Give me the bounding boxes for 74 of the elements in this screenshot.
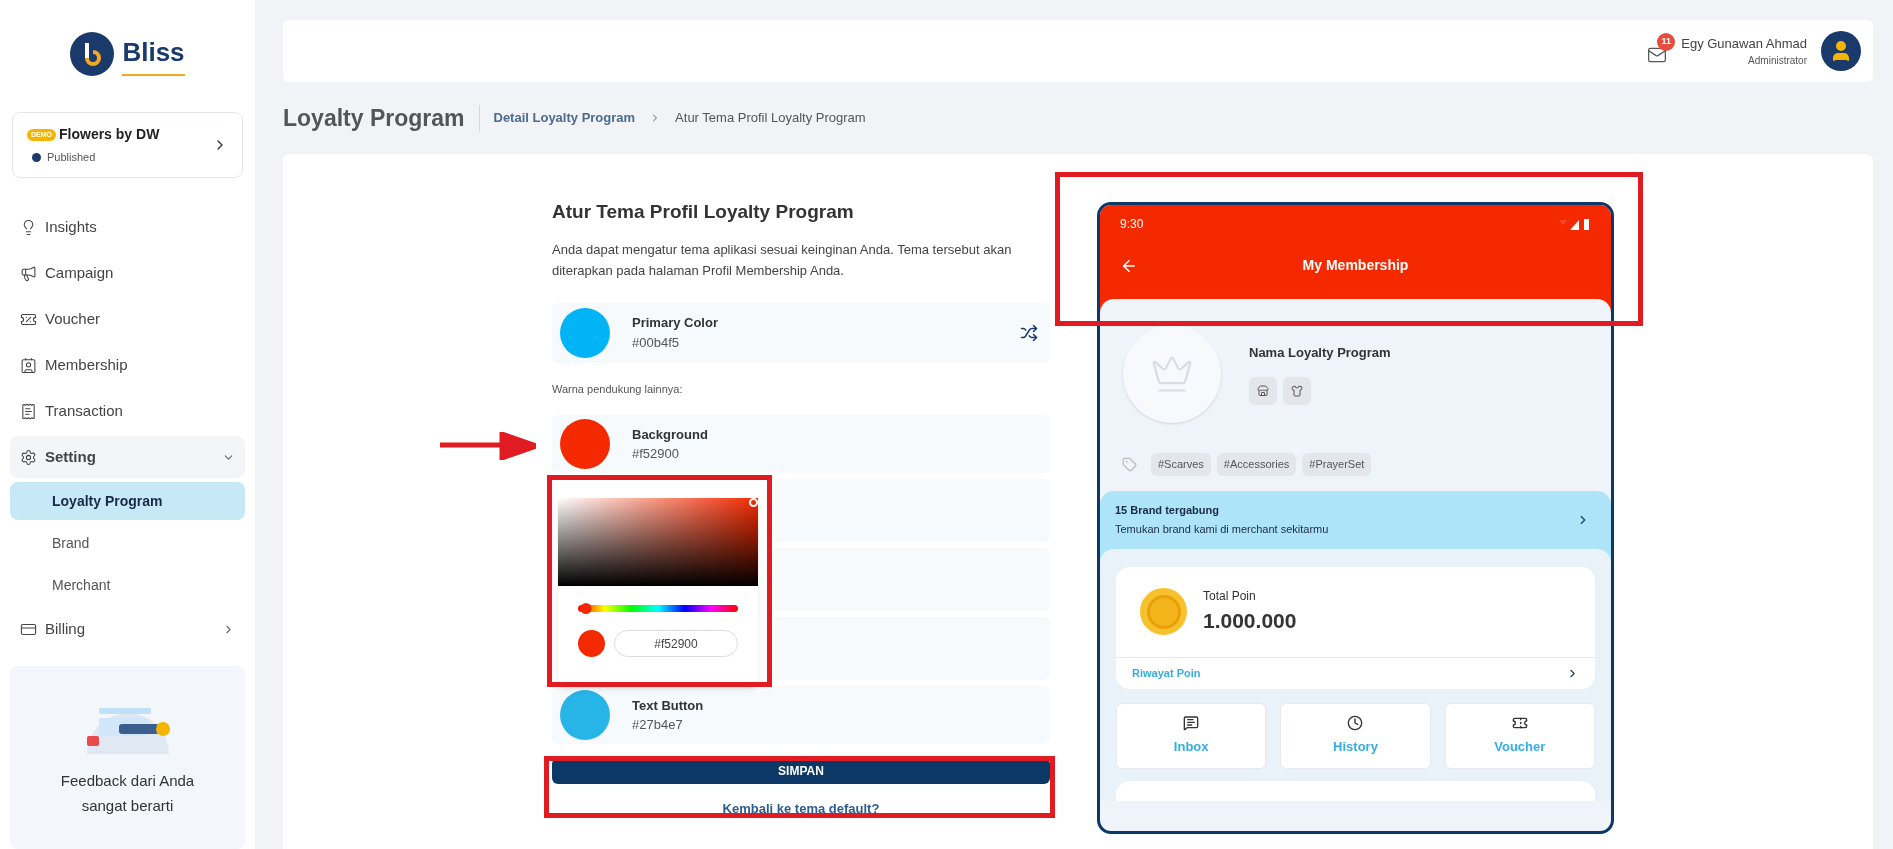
megaphone-icon [20,264,37,282]
nav-item[interactable]: Membership [10,344,245,386]
nav-label: Voucher [45,308,102,329]
color-label: Background [632,425,708,444]
nav-subitem[interactable]: Loyalty Program [10,482,245,520]
reset-link[interactable]: Kembali ke tema default? [552,799,1050,819]
brand-name: Bliss [122,32,185,76]
nav-item[interactable]: Billing [10,608,245,650]
brand-banner[interactable]: 15 Brand tergabung Temukan brand kami di merchant sekitarmu [1100,490,1611,549]
notification-badge: 11 [1657,33,1676,51]
chat-icon [1183,714,1200,731]
breadcrumb-current: Atur Tema Profil Loyalty Program [675,109,866,128]
form-description: Anda dapat mengatur tema aplikasi sesuai keinginan Anda. Tema tersebut akan diterapkan pada halaman Profil Membership Anda. [552,240,1013,280]
color-value: #f52900 [632,445,680,463]
points-value: 1.000.000 [1203,607,1297,634]
hue-slider[interactable] [578,603,738,614]
status-icons [1557,218,1591,230]
tag-chip: #PrayerSet [1302,453,1372,476]
shortcut-label: Voucher [1494,737,1546,756]
nav-item[interactable]: Setting [10,436,245,478]
nav-subitem[interactable]: Merchant [10,566,245,604]
store-status: Published [47,150,96,166]
program-name: Nama Loyalty Program [1249,344,1391,362]
shortcut-label: Inbox [1173,737,1209,756]
nav-item[interactable]: Transaction [10,390,245,432]
feedback-text: Feedback dari Anda sangat berarti [59,771,196,816]
color-value: #27b4e7 [632,716,684,734]
nav-label: Campaign [45,262,115,283]
form-title: Atur Tema Profil Loyalty Program [552,200,855,224]
nav-label: Billing [45,618,87,639]
user-avatar[interactable] [1821,31,1861,71]
coin-icon [1140,588,1187,635]
shop-icon [1257,384,1269,397]
color-value: #00b4f5 [632,333,680,352]
tag-icon [1122,456,1137,472]
settings-icon [20,448,37,466]
nav-label: Insights [45,216,98,237]
nav-item[interactable]: Insights [10,206,245,248]
banner-title: 15 Brand tergabung [1115,503,1220,518]
verified-icon [32,153,41,162]
color-swatch[interactable] [560,307,610,358]
saturation-thumb[interactable] [749,498,758,507]
page-title: Loyalty Program [283,103,465,133]
color-label: Primary Color [632,314,719,332]
support-label: Warna pendukung lainnya: [552,381,684,397]
tag-chip: #Accessories [1216,453,1297,476]
store-name: Flowers by DW [59,125,160,145]
user-name: Egy Gunawan Ahmad [1681,34,1807,53]
saturation-area[interactable] [558,498,758,586]
logo-icon [70,32,115,76]
color-label: Text Button [632,696,704,715]
app-title: My Membership [1301,256,1410,275]
mail-icon[interactable] [1647,45,1668,65]
points-label: Total Poin [1203,587,1257,605]
nav-subitem[interactable]: Brand [10,524,245,562]
breadcrumb-link[interactable]: Detail Loyalty Program [493,108,636,128]
banner-subtitle: Temukan brand kami di merchant sekitarmu [1115,521,1330,537]
color-row[interactable]: Background #f52900 [552,415,1050,473]
shuffle-icon[interactable] [1020,323,1038,342]
user-role: Administrator [1748,54,1807,69]
shortcut-label: History [1333,737,1378,756]
nav-label: Setting [45,446,97,467]
color-row[interactable]: Text Button #27b4e7 [552,686,1050,744]
hue-thumb[interactable] [580,603,592,614]
shirt-icon [1291,384,1303,397]
nav-label: Transaction [45,400,124,421]
nav-item[interactable]: Voucher [10,298,245,340]
status-time: 9:30 [1120,216,1144,233]
nav-item[interactable]: Campaign [10,252,245,294]
tag-chip: #Scarves [1151,453,1211,476]
id-card-icon [20,356,37,374]
clock-icon [1347,714,1364,731]
nav-label: Membership [45,354,129,375]
receipt-icon [20,402,37,420]
